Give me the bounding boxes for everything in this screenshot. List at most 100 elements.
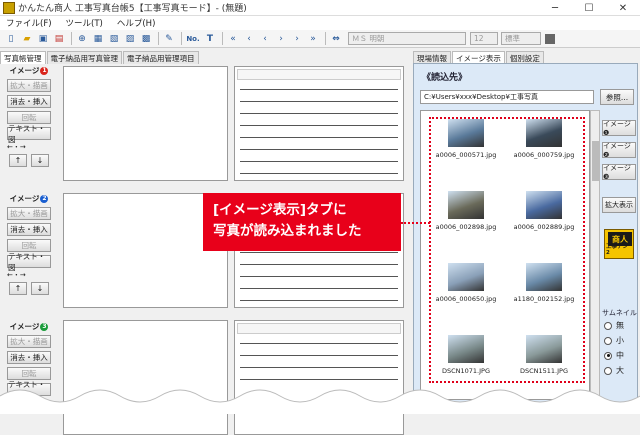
image-label-2: イメージ 2 [2, 193, 56, 204]
thumbnail-image[interactable] [526, 119, 562, 147]
color-swatch[interactable] [545, 33, 555, 44]
prev-page-icon[interactable]: ‹ [242, 32, 256, 46]
send-to-image-3-button[interactable]: イメージ❸ [602, 164, 636, 181]
move-up-button[interactable]: ↑ [9, 154, 27, 167]
erase-insert-button[interactable]: 消去・挿入 [7, 223, 51, 236]
image-group-1: イメージ 1 拡大・描画 消去・挿入 回転 テキスト・図 ←・→ ↑ ↓ [2, 65, 56, 167]
thumbnail-image[interactable] [448, 263, 484, 291]
text-line [240, 343, 398, 344]
thumbnail-image[interactable] [448, 335, 484, 363]
zoom-draw-button[interactable]: 拡大・描画 [7, 79, 51, 92]
send-to-image-1-button[interactable]: イメージ❶ [602, 120, 636, 137]
image-label-text: イメージ [9, 322, 40, 331]
zoom-in-icon[interactable]: ⊕ [75, 32, 89, 46]
menu-file[interactable]: ファイル(F) [6, 17, 52, 29]
maximize-button[interactable]: ☐ [572, 0, 606, 16]
folder-path-field[interactable]: C:¥Users¥xxx¥Desktop¥工事写真 [420, 90, 594, 104]
tab-electronic-items[interactable]: 電子納品用管理項目 [123, 51, 199, 64]
move-down-button[interactable]: ↓ [31, 282, 49, 295]
menu-help[interactable]: ヘルプ(H) [117, 17, 156, 29]
font-size-select[interactable]: 12 [470, 32, 498, 45]
layout-icon[interactable]: ▨ [123, 32, 137, 46]
thumbnail-size-label: サムネイル [602, 309, 637, 317]
printer-icon[interactable]: ▩ [139, 32, 153, 46]
shonin-logo: 商人 工事デジ 2 [604, 229, 634, 259]
erase-insert-button[interactable]: 消去・挿入 [7, 95, 51, 108]
minimize-button[interactable]: ─ [538, 0, 572, 16]
open-icon[interactable]: ▰ [20, 32, 34, 46]
save-icon[interactable]: ▣ [36, 32, 50, 46]
thumb-size-none[interactable]: 無 [604, 320, 624, 331]
next-icon[interactable]: › [274, 32, 288, 46]
zoom-draw-button[interactable]: 拡大・描画 [7, 207, 51, 220]
text-row-header[interactable] [237, 323, 401, 334]
thumbnail-item[interactable]: a0006_000650.jpg [431, 263, 501, 303]
text-figure-button[interactable]: テキスト・図 [7, 252, 51, 272]
up-down-row: ↑ ↓ [2, 282, 56, 295]
menu-bar: ファイル(F) ツール(T) ヘルプ(H) [0, 16, 640, 30]
thumbnail-item[interactable]: DSCN1511.JPG [509, 335, 579, 375]
font-select[interactable]: ＭＳ 明朝 [348, 32, 466, 45]
photo-frame-1[interactable] [63, 66, 228, 181]
thumbnail-image[interactable] [526, 191, 562, 219]
first-page-icon[interactable]: « [226, 32, 240, 46]
text-area-1[interactable] [234, 66, 404, 181]
callout-line-2: 写真が読み込まれました [213, 223, 362, 239]
next-page-icon[interactable]: › [290, 32, 304, 46]
erase-insert-button[interactable]: 消去・挿入 [7, 351, 51, 364]
text-row-header[interactable] [237, 69, 401, 80]
font-style-select[interactable]: 標準 [501, 32, 541, 45]
text-icon[interactable]: T [203, 32, 217, 46]
thumbnail-filename: DSCN1071.JPG [441, 367, 490, 375]
thumb-size-large[interactable]: 大 [604, 365, 624, 376]
text-figure-button[interactable]: テキスト・図 [7, 124, 51, 144]
text-line [240, 252, 398, 253]
thumbnail-item[interactable]: a0006_002898.jpg [431, 191, 501, 231]
text-line [240, 137, 398, 138]
radio-label: 小 [616, 336, 624, 345]
browse-button[interactable]: 参照... [600, 89, 634, 105]
new-icon[interactable]: ▯ [4, 32, 18, 46]
thumbnail-item[interactable]: DSCN1071.JPG [431, 335, 501, 375]
thumbnail-item[interactable]: a0006_000571.jpg [431, 119, 501, 159]
text-line [240, 149, 398, 150]
thumbnail-filename: a0006_000759.jpg [513, 151, 575, 159]
scrollbar-thumb[interactable] [592, 141, 599, 181]
thumbnail-item[interactable]: a1180_002152.jpg [509, 263, 579, 303]
print-icon[interactable]: ▤ [52, 32, 66, 46]
menu-tools[interactable]: ツール(T) [66, 17, 103, 29]
edit-icon[interactable]: ✎ [162, 32, 176, 46]
thumbnail-image[interactable] [448, 191, 484, 219]
thumbnail-item[interactable]: a0006_002889.jpg [509, 191, 579, 231]
zoom-draw-button[interactable]: 拡大・描画 [7, 335, 51, 348]
thumb-size-small[interactable]: 小 [604, 335, 624, 346]
radio-button[interactable] [604, 366, 612, 375]
tab-photo-management[interactable]: 写真帳管理 [0, 51, 46, 64]
thumbnail-list[interactable]: a0006_000571.jpg a0006_000759.jpg a0006_00… [420, 110, 590, 400]
close-button[interactable]: ✕ [606, 0, 640, 16]
thumbnail-filename: DSCN1511.JPG [519, 367, 568, 375]
radio-button[interactable] [604, 336, 612, 345]
thumbnail-scrollbar[interactable] [590, 110, 600, 400]
thumb-size-medium[interactable]: 中 [604, 350, 624, 361]
zoom-display-button[interactable]: 拡大表示 [602, 197, 636, 213]
prev-icon[interactable]: ‹ [258, 32, 272, 46]
thumbnail-image[interactable] [526, 263, 562, 291]
radio-button[interactable] [604, 321, 612, 330]
thumbnail-image[interactable] [526, 335, 562, 363]
thumbnail-image[interactable] [448, 119, 484, 147]
app-icon [3, 1, 15, 14]
thumbnail-item[interactable]: a0006_000759.jpg [509, 119, 579, 159]
send-to-image-2-button[interactable]: イメージ❷ [602, 142, 636, 159]
number-icon[interactable]: No. [185, 32, 201, 46]
title-bar: かんたん商人 工事写真台帳5【工事写真モード】- (無題) ─ ☐ ✕ [0, 0, 640, 16]
move-up-button[interactable]: ↑ [9, 282, 27, 295]
tab-electronic-photo[interactable]: 電子納品用写真管理 [46, 51, 122, 64]
radio-button[interactable] [604, 351, 612, 360]
fit-icon[interactable]: ⇔ [329, 32, 343, 46]
move-down-button[interactable]: ↓ [31, 154, 49, 167]
text-line [240, 101, 398, 102]
last-page-icon[interactable]: » [306, 32, 320, 46]
photo-icon[interactable]: ▧ [107, 32, 121, 46]
image-icon[interactable]: ▦ [91, 32, 105, 46]
